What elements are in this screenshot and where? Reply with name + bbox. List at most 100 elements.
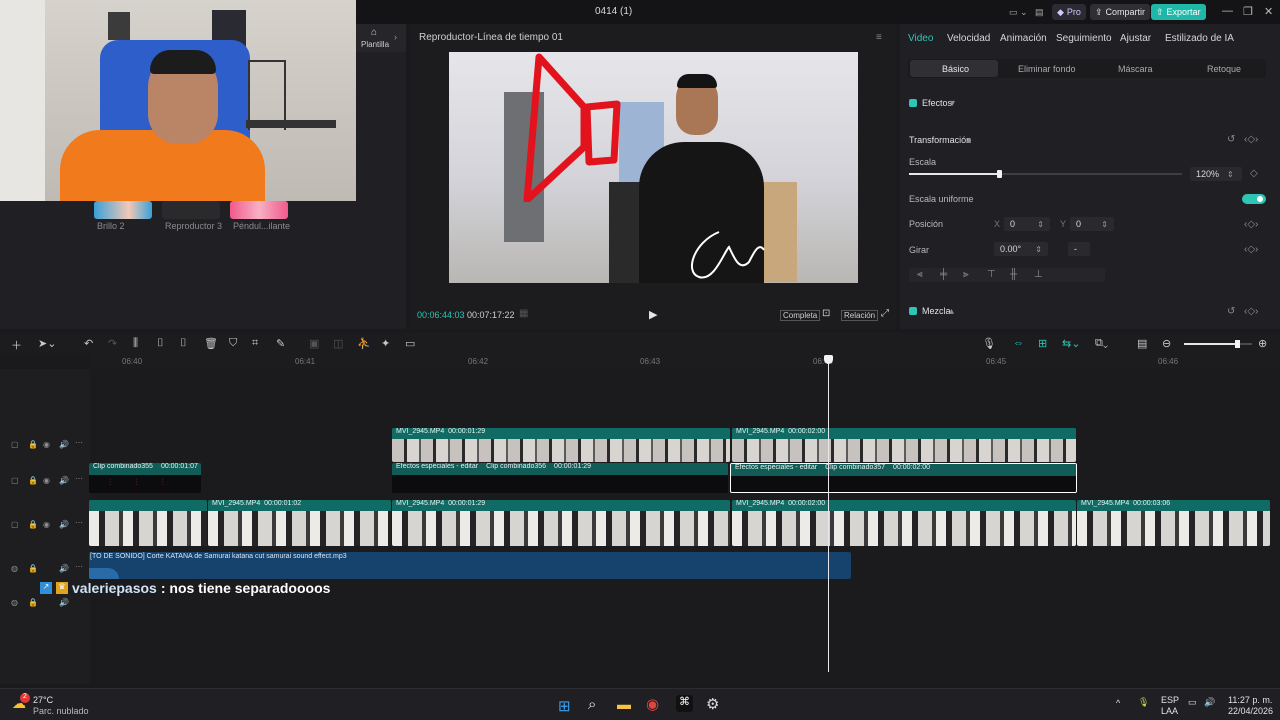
crop-icon[interactable]: ⌗ (252, 337, 258, 350)
ratio-button[interactable]: Relación (841, 310, 879, 321)
timeline-clip[interactable]: MVI_2945.MP4 00:00:01:02 (208, 500, 391, 546)
split-icon[interactable]: ⫼ (133, 337, 138, 350)
playhead-handle[interactable] (824, 355, 833, 364)
rotate-input[interactable]: 0.00° ⇕ (994, 242, 1048, 256)
timeline-clip-selected[interactable]: Efectos especiales - editar Clip combinad… (730, 463, 1077, 493)
keyframe-nav-icon[interactable]: ‹◇› (1244, 219, 1258, 230)
shield-icon[interactable]: ⛉ (229, 337, 237, 350)
audio-clip[interactable]: [TO DE SONIDO] Corte KATANA de Samurai k… (89, 552, 851, 579)
timecode-icon[interactable]: ▦ (519, 308, 528, 319)
position-y-input[interactable]: 0 ⇕ (1070, 217, 1114, 231)
zoom-in-icon[interactable]: ⊕ (1258, 337, 1267, 350)
maximize-icon[interactable]: ❐ (1243, 5, 1253, 18)
align-left-icon[interactable]: ⫷ (917, 269, 923, 280)
subtitle-icon[interactable]: ▭ (405, 337, 415, 350)
keyframe-nav-icon[interactable]: ‹◇› (1244, 134, 1258, 145)
windows-start-icon[interactable]: ⊞ (558, 697, 571, 715)
select-tool-icon[interactable]: ➤⌄ (38, 337, 56, 350)
align-bottom-icon[interactable]: ⊥ (1034, 269, 1043, 280)
redo-icon[interactable]: ↷ (108, 337, 117, 350)
caption-icon[interactable]: ▤ (1137, 337, 1147, 350)
minimize-icon[interactable]: — (1222, 5, 1233, 17)
reset-icon[interactable]: ↺ (1227, 134, 1235, 145)
search-icon[interactable]: ⌕ (588, 696, 596, 713)
track-cover-icon[interactable]: ▢ (11, 476, 19, 485)
eye-icon[interactable]: ◉ (43, 476, 50, 485)
timeline-ruler[interactable] (90, 355, 1280, 369)
chain-icon[interactable]: ⇆⌄ (1062, 337, 1080, 350)
lock-icon[interactable]: 🔒 (28, 520, 38, 529)
thumbnail-reproductor[interactable] (162, 201, 220, 219)
stepper-icon[interactable]: ⇕ (1227, 170, 1234, 179)
reset-icon[interactable]: ↺ (1227, 306, 1235, 317)
delete-icon[interactable]: 🗑 (204, 337, 218, 350)
align-center-v-icon[interactable]: ╫ (1010, 269, 1017, 280)
folder-icon[interactable]: ▬ (617, 696, 631, 712)
tab-animation[interactable]: Animación (1000, 33, 1047, 44)
speaker-icon[interactable]: 🔊 (59, 564, 69, 573)
chevron-up-icon[interactable]: ^ (1116, 698, 1120, 708)
timeline-clip[interactable]: MVI_2945.MP4 00:00:02:00 (732, 428, 1076, 462)
timeline-clip[interactable]: Efectos especiales - editar Clip combinad… (392, 463, 728, 493)
align-top-icon[interactable]: ⊤ (987, 269, 996, 280)
lock-icon[interactable]: 🔒 (28, 598, 38, 607)
keyframe-icon[interactable]: ◇ (1250, 168, 1258, 179)
clock-date[interactable]: 22/04/2026 (1228, 706, 1273, 716)
timeline-clip[interactable]: MVI_2945.MP4 00:00:02:00 (732, 500, 1076, 546)
lock-icon[interactable]: 🔒 (28, 440, 38, 449)
thumbnail-brillo[interactable] (94, 201, 152, 219)
timeline-clip[interactable]: MVI_2945.MP4 00:00:01:29 (392, 428, 730, 462)
keyframe-nav-icon[interactable]: ‹◇› (1244, 306, 1258, 317)
eye-icon[interactable]: ◉ (43, 520, 50, 529)
blend-checkbox[interactable] (909, 307, 917, 315)
trim-left-icon[interactable]: ⌷ (157, 337, 164, 350)
lang-bottom[interactable]: LAA (1161, 706, 1178, 716)
more-icon[interactable]: ⋯ (75, 518, 83, 527)
freeze-icon[interactable]: ▣ (309, 337, 319, 350)
zoom-slider[interactable] (1184, 343, 1252, 345)
uniform-scale-toggle[interactable] (1242, 194, 1266, 204)
volume-icon[interactable]: 🔊 (1204, 697, 1215, 708)
track-cover-icon[interactable]: ▢ (11, 440, 19, 449)
stepper-icon[interactable]: ⇕ (1037, 220, 1044, 229)
snap-icon[interactable]: ⊞ (1038, 337, 1047, 350)
chevron-up-icon[interactable]: ▴ (949, 306, 954, 317)
effects-checkbox[interactable] (909, 99, 917, 107)
tab-ai-style[interactable]: Estilizado de IA (1165, 33, 1234, 44)
timeline-clip[interactable]: Clip combinado355 00:00:01:07 ⫶⫶⫶ (89, 463, 201, 493)
subtab-remove-bg[interactable]: Eliminar fondo (1018, 64, 1076, 74)
scale-input[interactable]: 120% ⇕ (1190, 167, 1242, 181)
undo-icon[interactable]: ↶ (84, 337, 93, 350)
thumbnail-pendulo[interactable] (230, 201, 288, 219)
audio-track-icon[interactable]: ◍ (11, 564, 18, 573)
chrome-icon[interactable]: ◉ (646, 695, 659, 713)
tab-video[interactable]: Video (908, 33, 933, 44)
zoom-slider-handle[interactable] (1235, 340, 1241, 348)
audio-track-icon[interactable]: ◍ (11, 598, 18, 607)
tab-adjust[interactable]: Ajustar (1120, 33, 1151, 44)
playhead[interactable] (828, 357, 829, 672)
speaker-icon[interactable]: 🔊 (59, 476, 69, 485)
subtab-mask[interactable]: Máscara (1118, 64, 1153, 74)
draw-icon[interactable]: ✎ (276, 337, 285, 350)
lang-top[interactable]: ESP (1161, 695, 1179, 705)
export-button[interactable]: ⇧ Exportar (1151, 4, 1206, 20)
close-icon[interactable]: ✕ (1264, 5, 1273, 18)
rotate-direction-button[interactable]: - (1068, 242, 1090, 256)
chevron-right-icon[interactable]: › (394, 32, 397, 42)
zoom-out-icon[interactable]: ⊖ (1162, 337, 1171, 350)
chevron-up-icon[interactable]: ▴ (966, 135, 971, 146)
subtab-basic[interactable]: Básico (942, 64, 969, 74)
layout-icon[interactable]: ▭ ⌄ (1004, 4, 1033, 20)
speaker-icon[interactable]: 🔊 (59, 598, 69, 607)
templates-tab[interactable]: ⌂ Plantilla › (356, 24, 406, 52)
mic-tray-icon[interactable]: 🎙 (1138, 697, 1149, 708)
stepper-icon[interactable]: ⇕ (1035, 245, 1042, 254)
focus-icon[interactable]: ⊡ (822, 308, 830, 319)
tab-tracking[interactable]: Seguimiento (1056, 33, 1112, 44)
timeline-clip[interactable]: MVI_2945.MP4 00:00:03:06 (1077, 500, 1270, 546)
more-icon[interactable]: ⋯ (75, 474, 83, 483)
mirror-icon[interactable]: ◫ (333, 337, 343, 350)
full-quality-button[interactable]: Completa (780, 310, 821, 321)
pro-button[interactable]: ◆ Pro (1052, 4, 1086, 20)
